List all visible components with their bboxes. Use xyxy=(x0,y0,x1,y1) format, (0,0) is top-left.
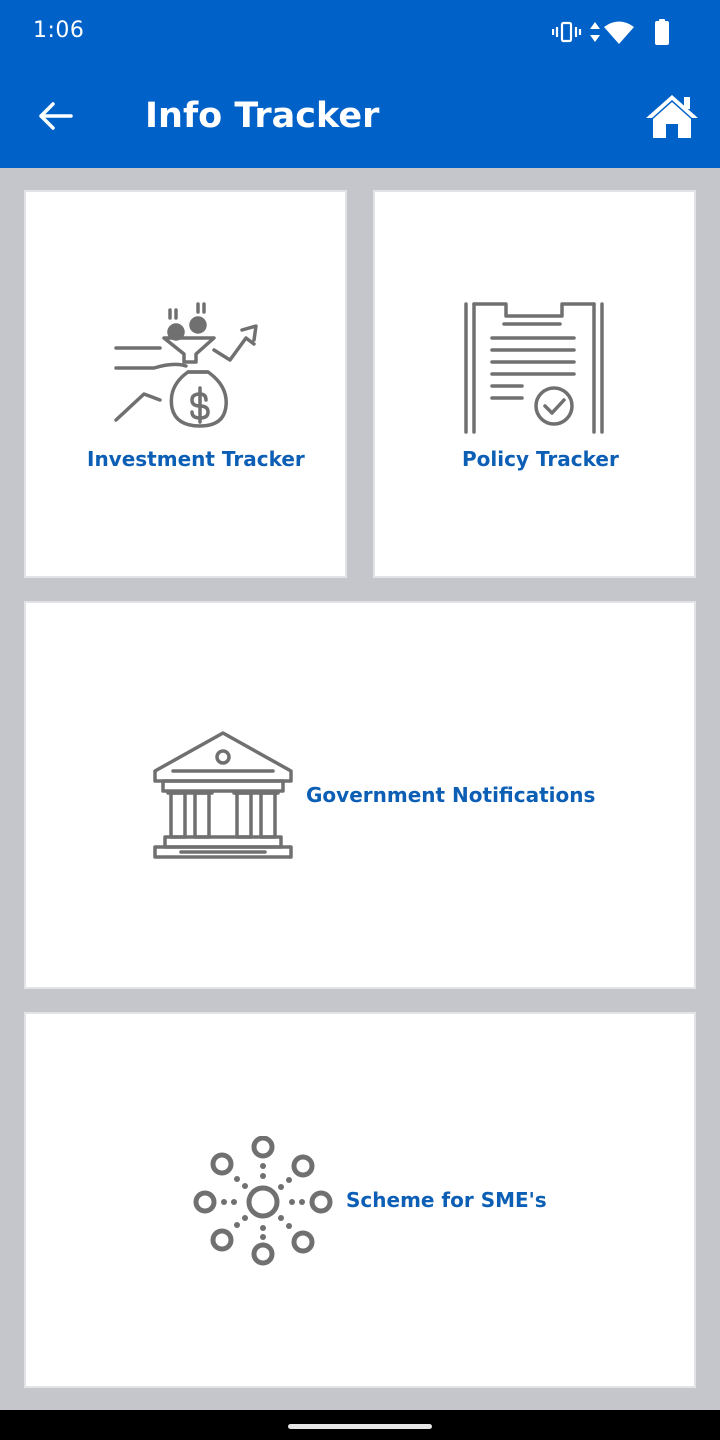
status-bar: 1:06 xyxy=(0,0,720,64)
battery-icon xyxy=(655,19,669,45)
vibrate-icon xyxy=(551,21,582,43)
card-label: Investment Tracker xyxy=(87,447,305,471)
card-label: Government Notifications xyxy=(306,783,596,807)
policy-document-icon xyxy=(462,302,608,436)
arrow-left-icon xyxy=(38,101,74,131)
status-icons xyxy=(551,18,692,48)
status-time: 1:06 xyxy=(33,18,85,43)
scheme-for-smes-card[interactable]: Scheme for SME's xyxy=(24,1012,696,1388)
card-label: Policy Tracker xyxy=(462,447,619,471)
network-hub-icon xyxy=(192,1136,334,1268)
home-gesture-handle[interactable] xyxy=(288,1424,432,1429)
back-button[interactable] xyxy=(30,90,82,142)
card-label: Scheme for SME's xyxy=(346,1188,547,1212)
investment-icon xyxy=(114,302,260,436)
app-bar: Info Tracker xyxy=(0,64,720,168)
government-building-icon xyxy=(151,729,297,865)
home-icon xyxy=(644,92,700,140)
government-notifications-card[interactable]: Government Notifications xyxy=(24,601,696,989)
system-navigation-bar xyxy=(0,1410,720,1440)
investment-tracker-card[interactable]: Investment Tracker xyxy=(24,190,347,578)
page-title: Info Tracker xyxy=(145,96,380,136)
data-arrows-icon xyxy=(590,22,600,42)
home-button[interactable] xyxy=(642,88,702,144)
policy-tracker-card[interactable]: Policy Tracker xyxy=(373,190,696,578)
wifi-icon xyxy=(604,21,634,44)
